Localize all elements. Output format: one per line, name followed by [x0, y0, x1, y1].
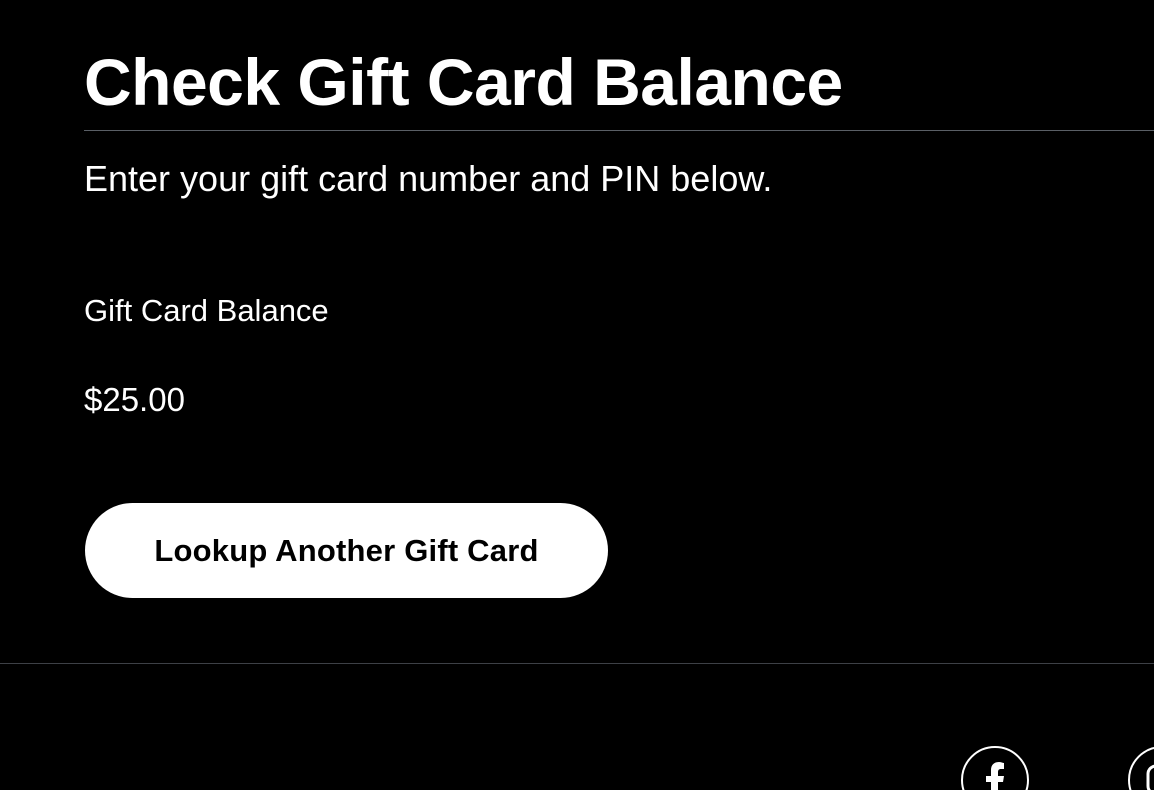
- balance-value: $25.00: [84, 381, 185, 418]
- title-divider: [84, 130, 1154, 131]
- page-subtitle: Enter your gift card number and PIN belo…: [84, 158, 773, 199]
- footer-divider: [0, 663, 1154, 664]
- page-title: Check Gift Card Balance: [84, 45, 843, 119]
- instagram-icon[interactable]: [1128, 746, 1154, 790]
- gift-card-balance-page: Check Gift Card Balance Enter your gift …: [0, 0, 1154, 790]
- balance-label: Gift Card Balance: [84, 293, 329, 328]
- lookup-another-gift-card-button[interactable]: Lookup Another Gift Card: [85, 503, 608, 598]
- facebook-icon[interactable]: [961, 746, 1029, 790]
